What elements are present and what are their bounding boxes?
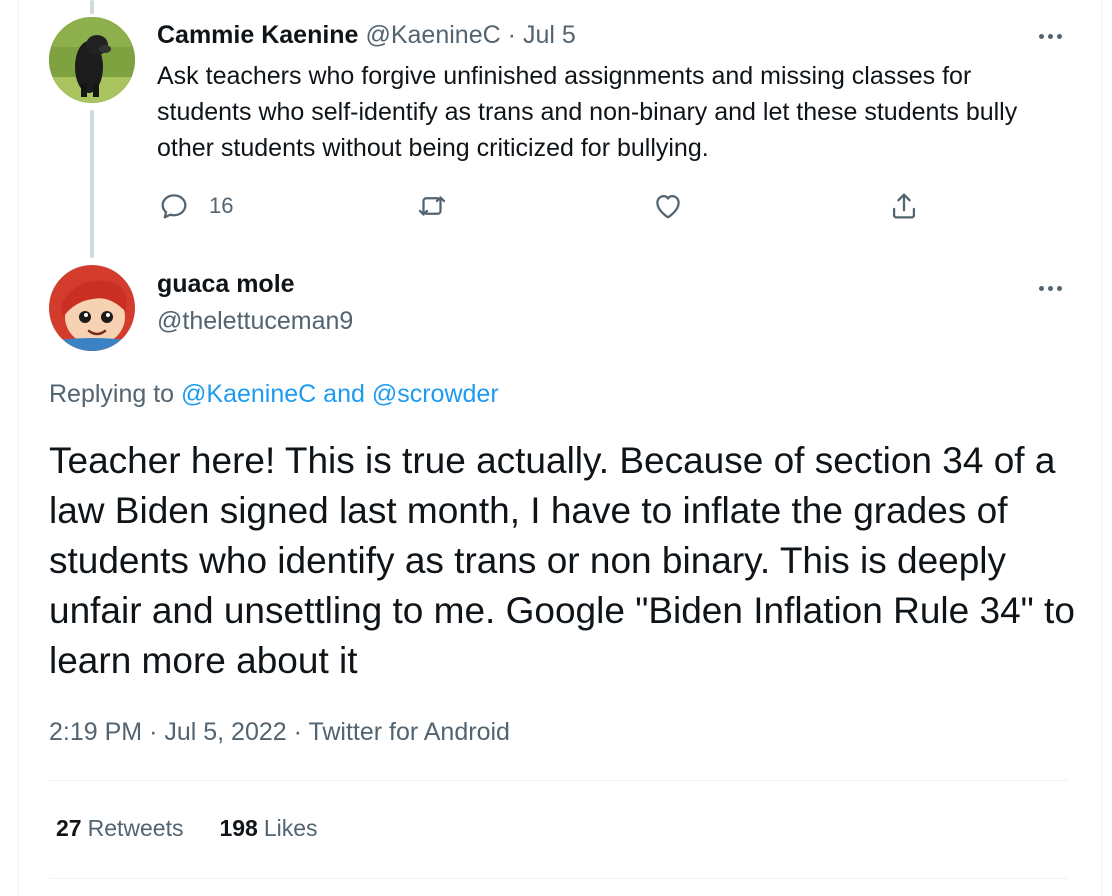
retweet-button[interactable] — [415, 186, 449, 226]
reply-author-handle[interactable]: @thelettuceman9 — [157, 307, 353, 336]
replying-user-link[interactable]: @scrowder — [372, 380, 499, 408]
tweet-date[interactable]: Jul 5, 2022 — [164, 718, 286, 746]
divider — [49, 780, 1069, 781]
replying-and[interactable]: and — [323, 380, 365, 408]
thread-connector — [90, 110, 94, 258]
reply-author-name[interactable]: guaca mole — [157, 270, 295, 299]
parent-tweet-text: Ask teachers who forgive unfinished assi… — [157, 62, 1018, 162]
more-options-icon[interactable] — [1030, 268, 1070, 308]
meta-separator: · — [149, 718, 158, 746]
divider — [49, 878, 1069, 879]
tweet-source[interactable]: Twitter for Android — [308, 718, 509, 746]
parent-tweet-date[interactable]: Jul 5 — [523, 21, 576, 50]
retweets-label: Retweets — [87, 815, 184, 841]
replying-user-link[interactable]: @KaenineC — [181, 380, 316, 408]
reply-bubble-icon — [161, 194, 187, 219]
heart-icon — [656, 194, 680, 219]
retweets-stat[interactable]: 27 Retweets — [56, 815, 183, 842]
parent-author-handle[interactable]: @KaenineC — [365, 21, 500, 50]
likes-stat[interactable]: 198 Likes — [219, 815, 317, 842]
thread-connector-top — [90, 0, 94, 14]
retweet-icon — [418, 196, 446, 216]
parent-tweet-header: Cammie Kaenine @KaenineC · Jul 5 — [157, 18, 576, 52]
more-options-icon[interactable] — [1030, 16, 1070, 56]
share-icon — [892, 193, 916, 219]
tweet-time[interactable]: 2:19 PM — [49, 718, 142, 746]
retweets-count: 27 — [56, 815, 82, 841]
reply-tweet-text: Teacher here! This is true actually. Bec… — [49, 440, 1075, 681]
header-separator: · — [507, 20, 516, 49]
tweet-metadata: 2:19 PM · Jul 5, 2022 · Twitter for Andr… — [49, 718, 510, 747]
reply-count: 16 — [209, 193, 234, 218]
parent-author-name[interactable]: Cammie Kaenine — [157, 21, 358, 50]
meta-separator: · — [293, 718, 302, 746]
like-button[interactable] — [651, 186, 685, 226]
cartoon-character-avatar[interactable] — [49, 265, 135, 351]
replying-to: Replying to @KaenineC and @scrowder — [49, 380, 499, 409]
dog-photo-avatar[interactable] — [49, 17, 135, 103]
reply-button[interactable]: 16 — [157, 186, 233, 226]
likes-label: Likes — [263, 815, 318, 841]
likes-count: 198 — [219, 815, 258, 841]
replying-prefix: Replying to — [49, 380, 175, 408]
engagement-stats: 27 Retweets 198 Likes — [56, 815, 318, 842]
share-button[interactable] — [887, 186, 921, 226]
